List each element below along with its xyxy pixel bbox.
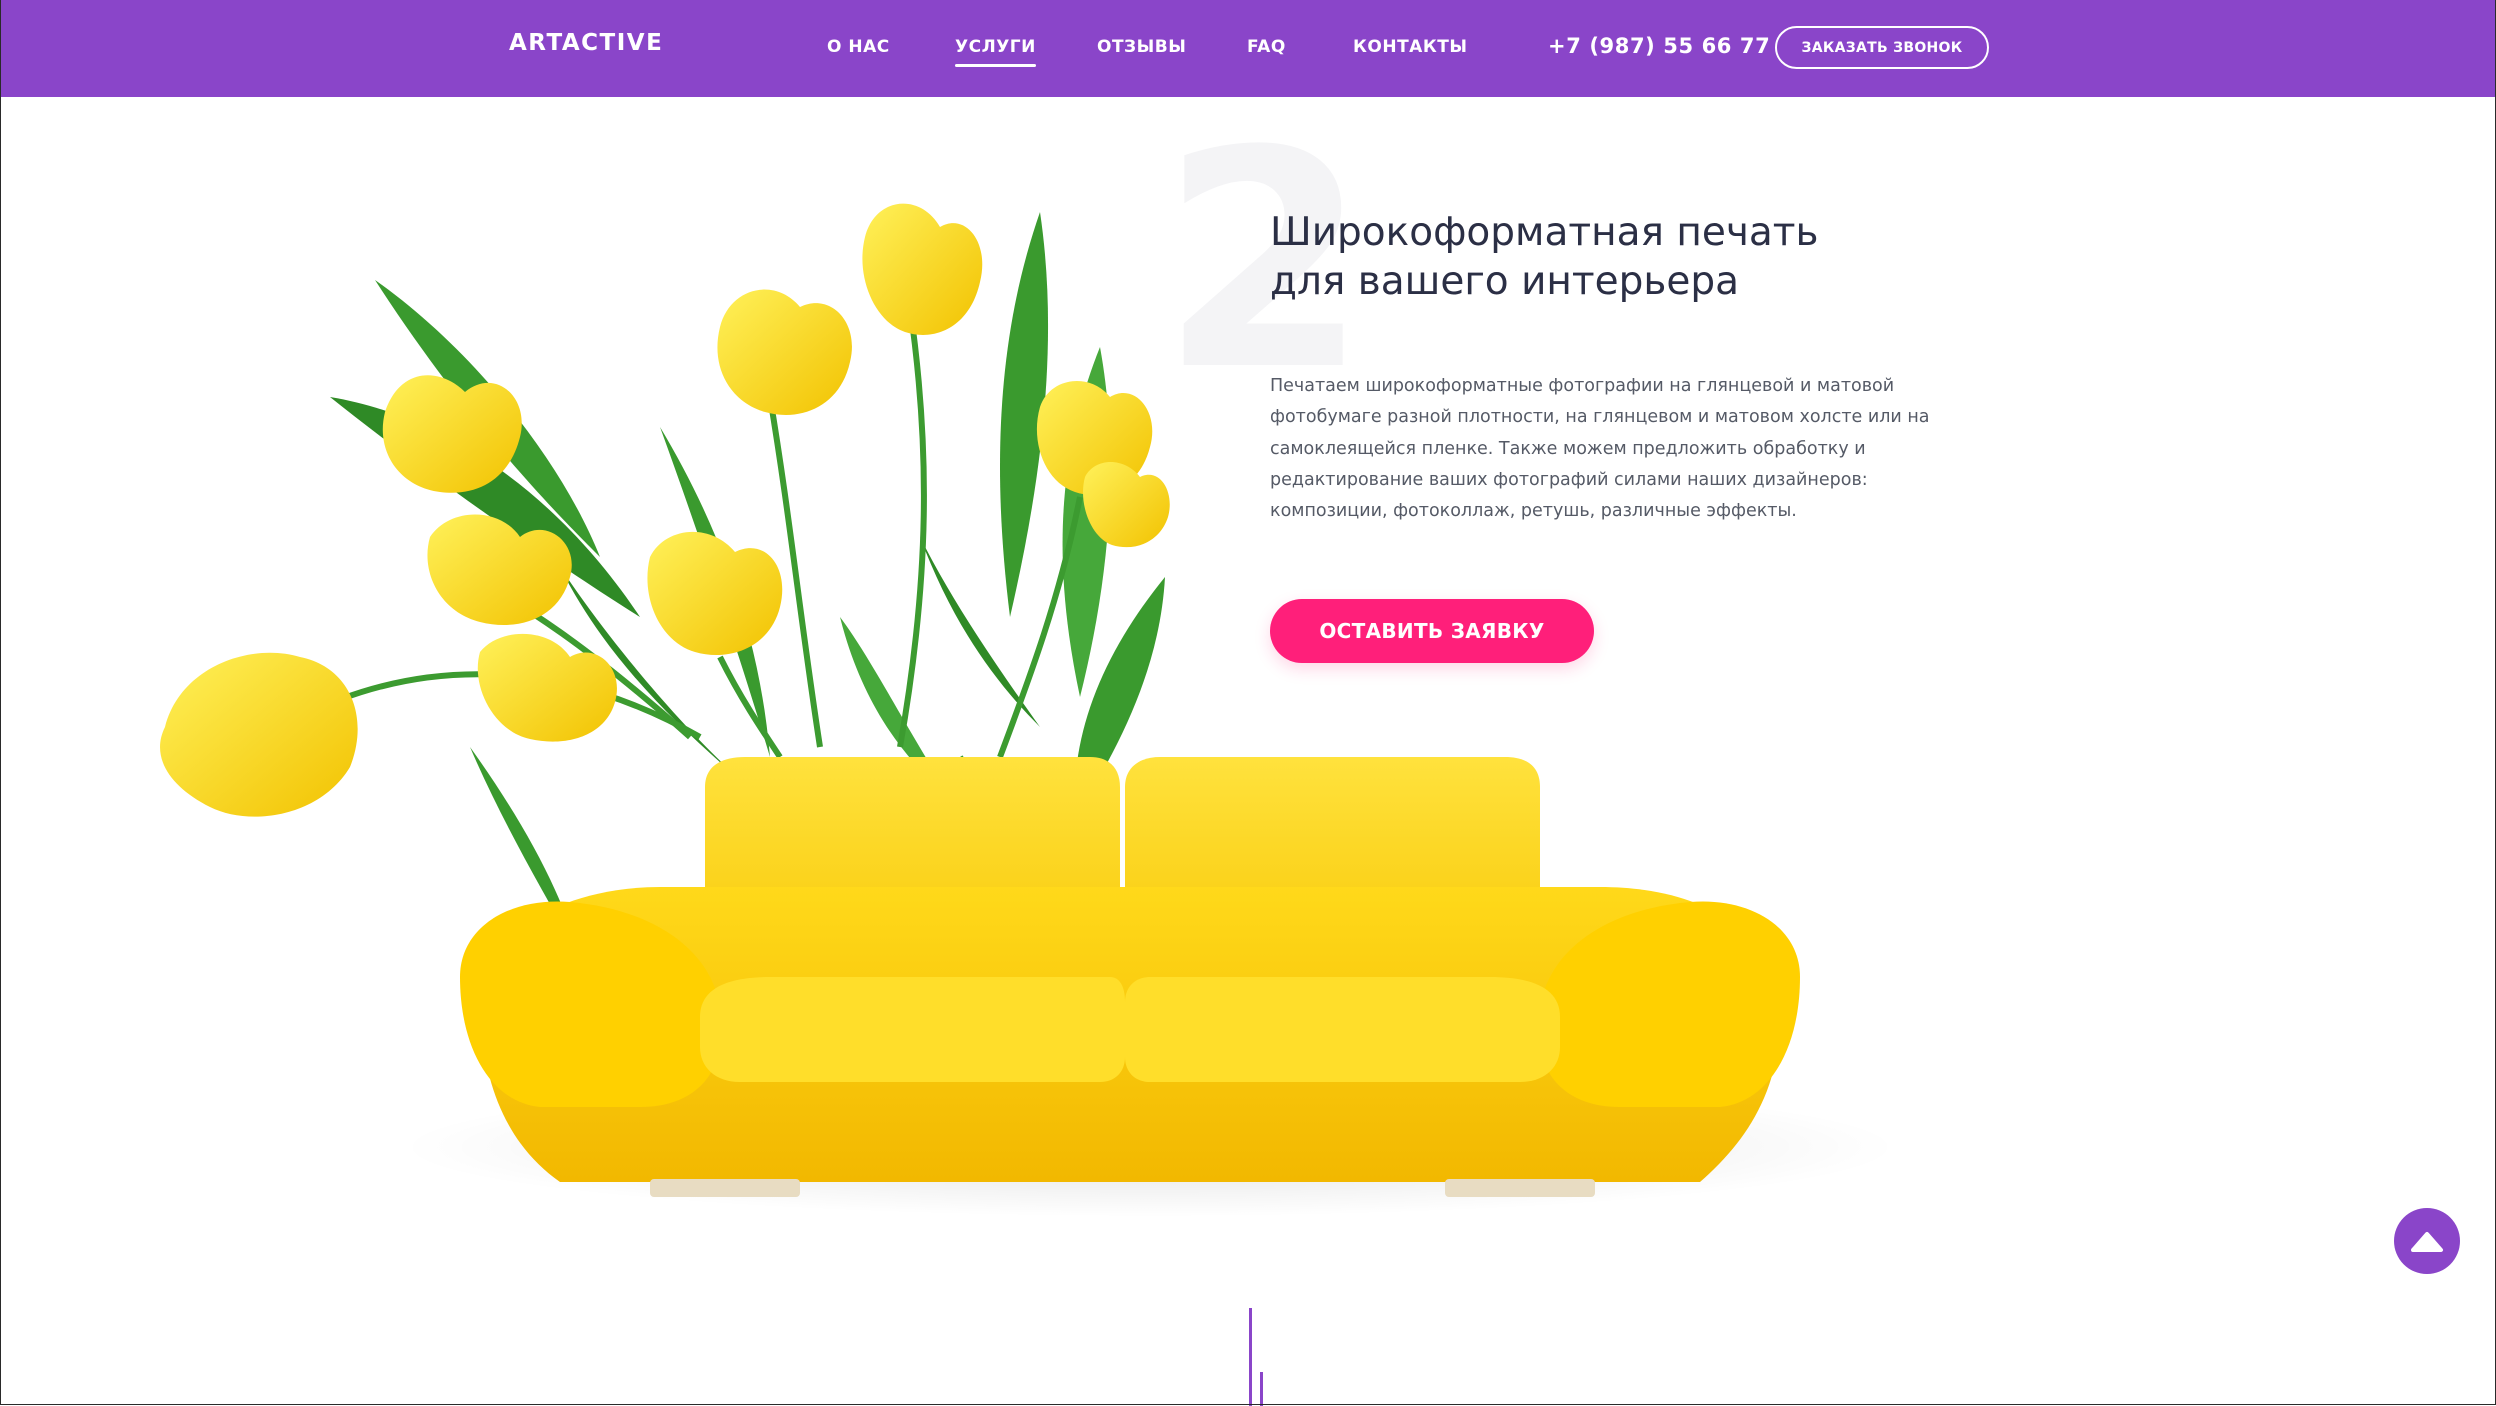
nav-item-reviews[interactable]: ОТЗЫВЫ (1097, 37, 1186, 57)
logo[interactable]: ARTACTIVE (509, 30, 663, 56)
hero-title-line-1: Широкоформатная печать (1270, 210, 1819, 255)
submit-request-button[interactable]: ОСТАВИТЬ ЗАЯВКУ (1270, 599, 1594, 663)
hero-description: Печатаем широкоформатные фотографии на г… (1270, 376, 1930, 522)
order-call-button[interactable]: ЗАКАЗАТЬ ЗВОНОК (1775, 26, 1989, 69)
nav-item-services[interactable]: УСЛУГИ (955, 37, 1036, 67)
yellow-sofa (460, 757, 1800, 1197)
hero-title-line-2: для вашего интерьера (1270, 259, 1740, 304)
decorative-line (1249, 1308, 1252, 1406)
phone-number[interactable]: +7 (987) 55 66 77 (1548, 34, 1770, 58)
hero-title: Широкоформатная печать для вашего интерь… (1270, 208, 1970, 306)
arrow-up-icon (2411, 1232, 2443, 1252)
site-header: ARTACTIVE О НАС УСЛУГИ ОТЗЫВЫ FAQ КОНТАК… (0, 0, 2496, 97)
nav-item-about[interactable]: О НАС (827, 37, 890, 57)
decorative-line (1260, 1372, 1263, 1406)
nav-item-faq[interactable]: FAQ (1247, 37, 1286, 57)
nav-item-contacts[interactable]: КОНТАКТЫ (1353, 37, 1467, 57)
scroll-to-top-button[interactable] (2394, 1208, 2460, 1274)
